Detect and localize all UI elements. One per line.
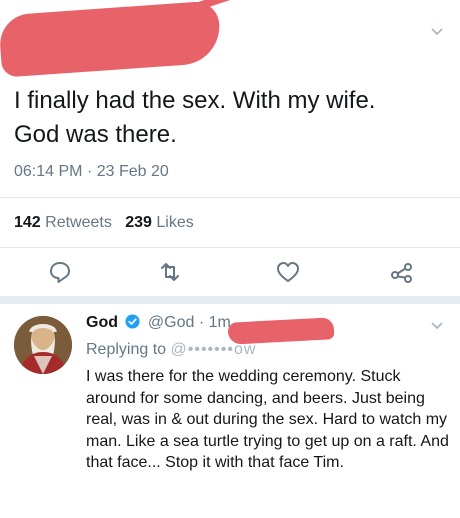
likes-stat[interactable]: 239 Likes (125, 214, 194, 231)
verified-badge-icon (125, 314, 140, 329)
retweets-count: 142 (14, 214, 41, 231)
retweets-label: Retweets (45, 214, 112, 231)
tweet-stats: 142 Retweets 239 Likes (14, 214, 194, 232)
timestamp-separator: · (86, 163, 97, 180)
like-icon[interactable] (274, 258, 302, 286)
tweet-time: 06:14 PM (14, 163, 83, 180)
reply-author-handle[interactable]: @God (148, 314, 194, 331)
replying-to-label: Replying to (86, 341, 167, 358)
tweet-timestamp[interactable]: 06:14 PM · 23 Feb 20 (14, 163, 169, 181)
chevron-down-icon[interactable] (430, 24, 444, 40)
main-tweet[interactable]: I finally had the sex. With my wife. God… (0, 0, 460, 296)
reply-header: God @God · 1m (86, 314, 231, 332)
reply-tweet[interactable]: God @God · 1m Replying to @•••••••ow I w… (0, 304, 460, 518)
likes-label: Likes (156, 214, 194, 231)
chevron-down-icon[interactable] (430, 318, 444, 334)
reply-age-separator: · (198, 314, 209, 331)
tweet-actions (0, 258, 460, 290)
share-icon[interactable] (388, 258, 416, 286)
retweet-icon[interactable] (156, 258, 184, 286)
divider (0, 247, 460, 248)
likes-count: 239 (125, 214, 152, 231)
reply-author-name[interactable]: God (86, 314, 118, 331)
tweet-text: I finally had the sex. With my wife. God… (14, 87, 376, 148)
reply-icon[interactable] (46, 258, 74, 286)
tweet-date: 23 Feb 20 (96, 163, 169, 180)
replying-to: Replying to @•••••••ow (86, 341, 256, 359)
replying-to-handle[interactable]: @•••••••ow (171, 341, 257, 358)
divider (0, 197, 460, 198)
tweet-separator (0, 296, 460, 304)
reply-text: I was there for the wedding ceremony. St… (86, 368, 449, 471)
avatar[interactable] (14, 316, 72, 374)
retweets-stat[interactable]: 142 Retweets (14, 214, 112, 231)
